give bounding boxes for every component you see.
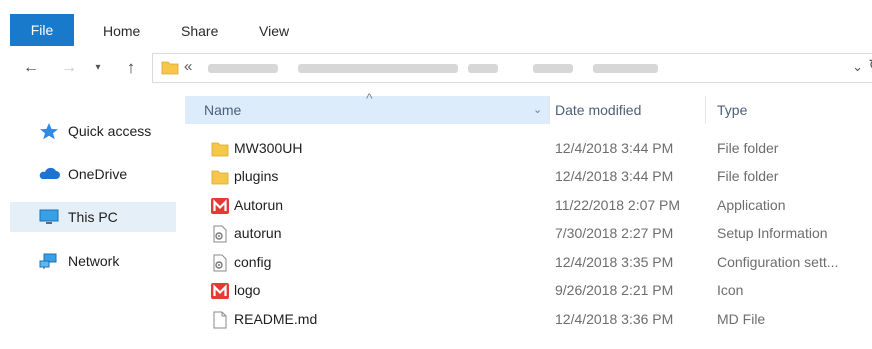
file-date-modified: 7/30/2018 2:27 PM: [555, 225, 674, 241]
file-name: plugins: [234, 168, 279, 184]
file-row[interactable]: MW300UH 12/4/2018 3:44 PM File folder: [185, 135, 872, 163]
mercusys-m-icon: [211, 283, 229, 299]
file-type: File folder: [717, 140, 779, 156]
file-date-modified: 12/4/2018 3:44 PM: [555, 168, 674, 184]
file-type: MD File: [717, 311, 766, 327]
file-date-modified: 11/22/2018 2:07 PM: [555, 197, 681, 213]
column-divider[interactable]: [549, 96, 550, 124]
tab-view[interactable]: View: [259, 16, 289, 46]
nav-item-quick-access[interactable]: Quick access: [10, 116, 176, 146]
tab-share[interactable]: Share: [181, 16, 218, 46]
file-name: autorun: [234, 225, 282, 241]
nav-item-label: Network: [68, 253, 120, 269]
navigation-pane: Quick access OneDrive This PC Network: [0, 96, 185, 349]
sort-ascending-icon: ^: [366, 90, 373, 106]
forward-arrow-icon[interactable]: →: [58, 54, 80, 82]
nav-item-network[interactable]: Network: [10, 246, 176, 276]
up-arrow-icon[interactable]: ↑: [120, 54, 142, 82]
settings-file-icon: [213, 254, 227, 272]
column-header-row: Name ^ ⌄ Date modified Type: [185, 90, 872, 124]
nav-item-this-pc[interactable]: This PC: [10, 202, 176, 232]
tab-file[interactable]: File: [10, 14, 74, 46]
file-list: Name ^ ⌄ Date modified Type MW300UH 12/4…: [185, 90, 872, 349]
redacted-path-segment: [533, 64, 573, 73]
file-row[interactable]: README.md 12/4/2018 3:36 PM MD File: [185, 306, 872, 334]
file-type: Icon: [717, 282, 744, 298]
file-row[interactable]: logo 9/26/2018 2:21 PM Icon: [185, 277, 872, 305]
file-date-modified: 12/4/2018 3:36 PM: [555, 311, 674, 327]
file-name: README.md: [234, 311, 318, 327]
document-icon: [213, 311, 227, 329]
file-name: logo: [234, 282, 261, 298]
address-bar[interactable]: « ⌄ ↻: [152, 53, 872, 83]
file-type: Setup Information: [717, 225, 828, 241]
file-row[interactable]: config 12/4/2018 3:35 PM Configuration s…: [185, 249, 872, 277]
file-row[interactable]: plugins 12/4/2018 3:44 PM File folder: [185, 163, 872, 191]
file-type: Application: [717, 197, 786, 213]
network-icon: [39, 253, 57, 269]
mercusys-m-icon: [211, 198, 229, 214]
redacted-path-segment: [298, 64, 458, 73]
file-row[interactable]: autorun 7/30/2018 2:27 PM Setup Informat…: [185, 220, 872, 248]
settings-file-icon: [213, 225, 227, 243]
column-header-date-modified[interactable]: Date modified: [555, 102, 641, 118]
file-name: Autorun: [234, 197, 284, 213]
folder-icon: [211, 170, 229, 185]
nav-item-onedrive[interactable]: OneDrive: [10, 159, 176, 189]
file-date-modified: 9/26/2018 2:21 PM: [555, 282, 674, 298]
cloud-icon: [39, 167, 60, 179]
navigation-bar: ← → ▾ ↑ « ⌄ ↻: [0, 50, 872, 86]
monitor-icon: [39, 209, 59, 224]
recent-locations-dropdown-icon[interactable]: ▾: [87, 54, 109, 82]
column-divider[interactable]: [705, 96, 706, 124]
column-header-name-label: Name: [204, 102, 242, 118]
star-icon: [40, 123, 58, 140]
nav-item-label: Quick access: [68, 123, 152, 139]
file-date-modified: 12/4/2018 3:44 PM: [555, 140, 674, 156]
address-dropdown-icon[interactable]: ⌄: [852, 59, 863, 75]
redacted-path-segment: [208, 64, 278, 73]
file-type: File folder: [717, 168, 779, 184]
nav-item-label: OneDrive: [68, 166, 128, 182]
refresh-icon[interactable]: ↻: [868, 56, 872, 74]
redacted-path-segment: [468, 64, 498, 73]
file-type: Configuration sett...: [717, 254, 839, 270]
breadcrumb-overflow-icon[interactable]: «: [184, 58, 192, 75]
file-row[interactable]: Autorun 11/22/2018 2:07 PM Application: [185, 192, 872, 220]
folder-icon: [211, 142, 229, 157]
file-name: MW300UH: [234, 140, 303, 156]
folder-icon: [161, 61, 179, 75]
file-name: config: [234, 254, 272, 270]
back-arrow-icon[interactable]: ←: [20, 54, 42, 82]
ribbon-tabs: File Home Share View: [0, 0, 872, 46]
column-header-name[interactable]: Name ^ ⌄: [185, 90, 549, 124]
nav-item-label: This PC: [68, 209, 118, 225]
column-header-type[interactable]: Type: [717, 102, 747, 118]
tab-home[interactable]: Home: [103, 16, 140, 46]
column-filter-dropdown-icon[interactable]: ⌄: [533, 103, 542, 116]
redacted-path-segment: [593, 64, 658, 73]
file-date-modified: 12/4/2018 3:35 PM: [555, 254, 674, 270]
